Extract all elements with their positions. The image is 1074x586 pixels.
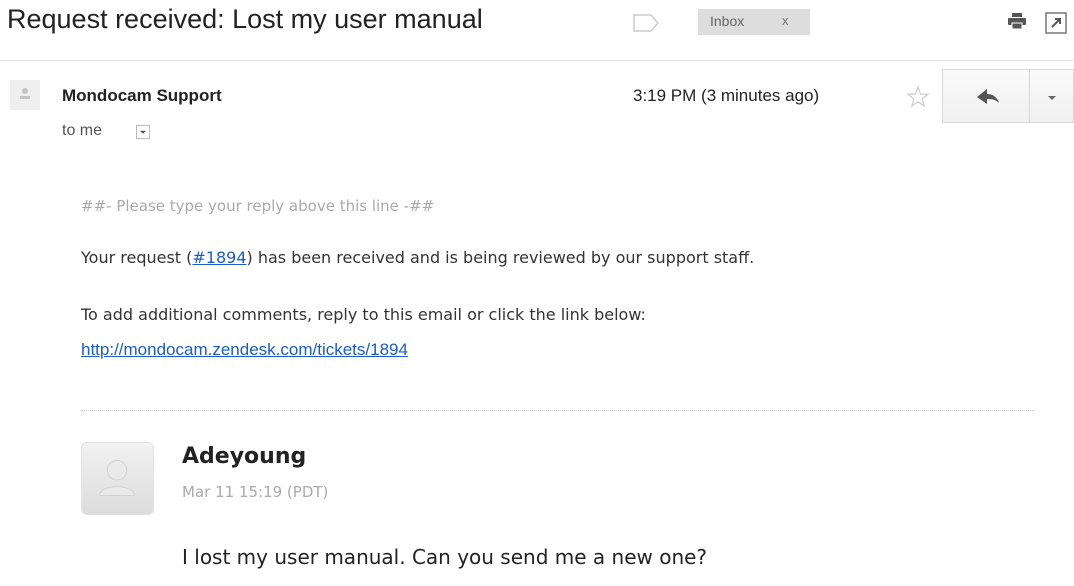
request-id-link[interactable]: #1894	[192, 248, 246, 267]
show-details-chevron-icon[interactable]	[136, 125, 150, 139]
reply-button[interactable]	[942, 69, 1030, 123]
label-icon[interactable]	[633, 14, 659, 32]
request-suffix: ) has been received and is being reviewe…	[246, 248, 755, 267]
request-status-line: Your request (#1894) has been received a…	[81, 248, 754, 267]
comment-divider	[81, 410, 1035, 411]
header-divider	[0, 60, 1074, 61]
comment-date: Mar 11 15:19 (PDT)	[182, 483, 329, 501]
more-actions-button[interactable]	[1030, 69, 1074, 123]
recipient-label: to me	[62, 122, 103, 139]
email-subject: Request received: Lost my user manual	[7, 4, 483, 34]
remove-label-button[interactable]: x	[782, 13, 789, 28]
message-header: Request received: Lost my user manual In…	[0, 0, 1074, 60]
chevron-down-icon	[1048, 96, 1056, 100]
print-icon[interactable]	[1008, 13, 1026, 29]
add-comments-instruction: To add additional comments, reply to thi…	[81, 305, 646, 324]
person-icon	[81, 442, 154, 515]
ticket-url-link[interactable]: http://mondocam.zendesk.com/tickets/1894	[81, 340, 408, 360]
request-prefix: Your request (	[81, 248, 193, 267]
comment-author: Adeyoung	[182, 444, 307, 469]
reply-marker-line: ##- Please type your reply above this li…	[81, 197, 435, 215]
label-chip-text: Inbox	[710, 13, 745, 29]
sender-name[interactable]: Mondocam Support	[62, 86, 222, 106]
label-chip-inbox[interactable]: Inbox x	[698, 9, 810, 35]
sender-avatar	[10, 80, 40, 110]
message-time: 3:19 PM (3 minutes ago)	[633, 86, 820, 105]
reply-arrow-icon	[977, 89, 999, 104]
star-icon[interactable]	[903, 82, 933, 112]
new-window-icon[interactable]	[1045, 12, 1067, 34]
comment-body: I lost my user manual. Can you send me a…	[182, 545, 708, 569]
